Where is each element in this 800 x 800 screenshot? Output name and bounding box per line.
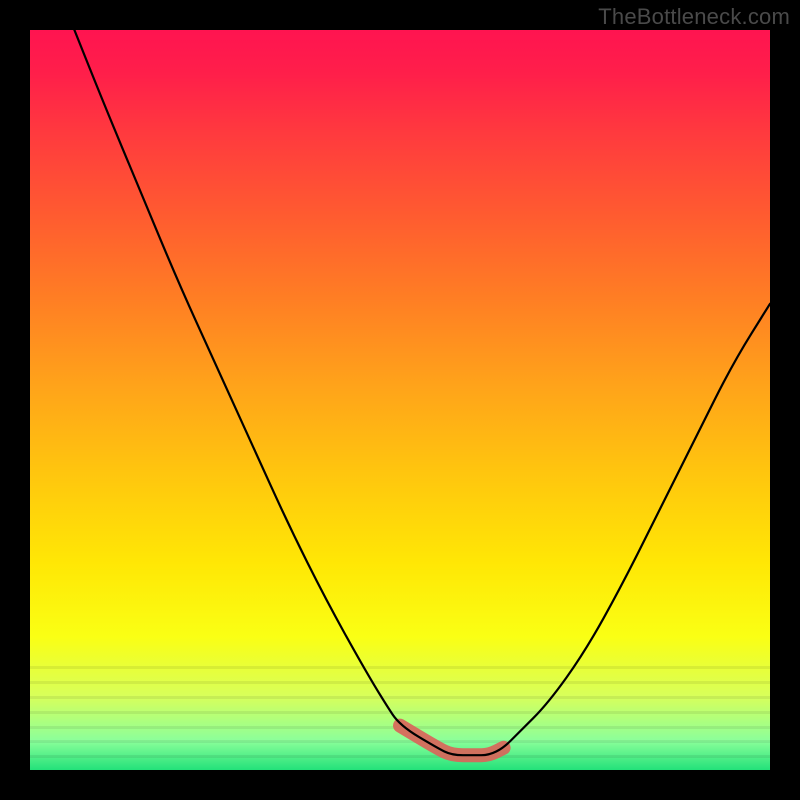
chart-frame: TheBottleneck.com: [0, 0, 800, 800]
plot-area: [30, 30, 770, 770]
valley-highlight: [400, 726, 504, 756]
watermark-text: TheBottleneck.com: [598, 4, 790, 30]
bottleneck-curve: [74, 30, 770, 755]
curve-svg: [30, 30, 770, 770]
